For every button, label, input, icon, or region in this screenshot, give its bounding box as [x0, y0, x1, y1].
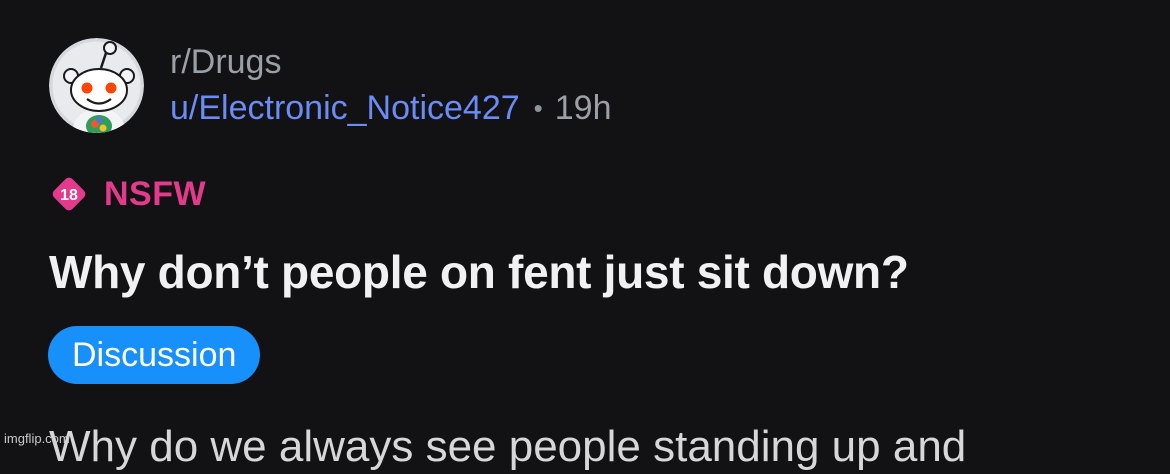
flair-badge[interactable]: Discussion — [48, 326, 261, 384]
author-username[interactable]: u/Electronic_Notice427 — [170, 88, 520, 128]
post-body-preview[interactable]: Why do we always see people standing up … — [49, 420, 966, 474]
nsfw-18-icon: 18 — [52, 177, 86, 211]
subreddit-avatar-icon[interactable] — [49, 38, 144, 133]
nsfw-label: NSFW — [104, 175, 207, 213]
post-meta: u/Electronic_Notice427 • 19h — [170, 88, 612, 128]
flair-label: Discussion — [72, 336, 237, 374]
watermark: imgflip.com — [4, 431, 70, 446]
meta-separator: • — [533, 93, 543, 123]
nsfw-tag: 18 NSFW — [48, 174, 206, 214]
post-age: 19h — [554, 89, 612, 127]
nsfw-icon-text: 18 — [60, 187, 78, 204]
post-title[interactable]: Why don’t people on fent just sit down? — [49, 244, 909, 300]
reddit-post: r/Drugs u/Electronic_Notice427 • 19h 18 … — [0, 0, 1170, 471]
subreddit-name[interactable]: r/Drugs — [170, 42, 281, 82]
